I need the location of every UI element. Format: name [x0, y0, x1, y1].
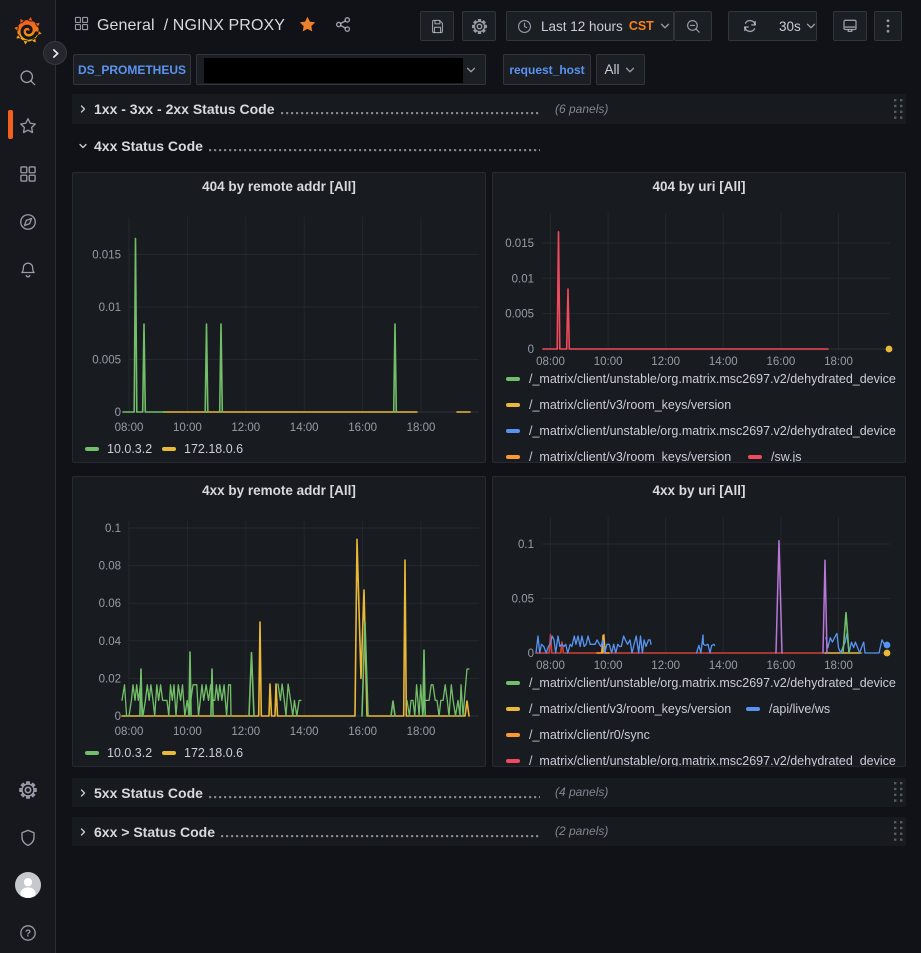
svg-text:/api/live/ws: /api/live/ws	[769, 702, 830, 716]
svg-text:08:00: 08:00	[536, 660, 565, 672]
svg-text:14:00: 14:00	[290, 726, 319, 738]
svg-text:18:00: 18:00	[824, 660, 853, 672]
svg-text:172.18.0.6: 172.18.0.6	[184, 442, 243, 456]
svg-text:0: 0	[528, 648, 534, 660]
svg-text:/_matrix/client/v3/room_keys/v: /_matrix/client/v3/room_keys/version	[529, 702, 731, 716]
svg-text:/_matrix/client/unstable/org.m: /_matrix/client/unstable/org.matrix.msc2…	[529, 754, 896, 767]
svg-text:14:00: 14:00	[709, 356, 738, 368]
svg-text:16:00: 16:00	[348, 726, 377, 738]
svg-text:0.1: 0.1	[518, 539, 534, 551]
svg-text:12:00: 12:00	[651, 660, 680, 672]
svg-text:/_matrix/client/v3/room_keys/v: /_matrix/client/v3/room_keys/version	[529, 398, 731, 412]
svg-text:14:00: 14:00	[709, 660, 738, 672]
svg-text:16:00: 16:00	[767, 356, 796, 368]
svg-text:12:00: 12:00	[231, 422, 260, 434]
svg-text:/_matrix/client/unstable/org.m: /_matrix/client/unstable/org.matrix.msc2…	[529, 424, 896, 438]
svg-text:0.005: 0.005	[92, 355, 121, 367]
svg-text:0.015: 0.015	[505, 238, 534, 250]
svg-text:12:00: 12:00	[651, 356, 680, 368]
svg-text:18:00: 18:00	[824, 356, 853, 368]
svg-text:10.0.3.2: 10.0.3.2	[107, 746, 152, 760]
svg-text:0.06: 0.06	[99, 598, 121, 610]
svg-text:0.02: 0.02	[99, 673, 121, 685]
svg-text:12:00: 12:00	[231, 726, 260, 738]
svg-text:16:00: 16:00	[348, 422, 377, 434]
svg-text:/_matrix/client/v3/room_keys/v: /_matrix/client/v3/room_keys/version	[529, 450, 731, 463]
svg-text:172.18.0.6: 172.18.0.6	[184, 746, 243, 760]
svg-text:08:00: 08:00	[115, 726, 144, 738]
svg-text:0.04: 0.04	[99, 636, 122, 648]
svg-text:18:00: 18:00	[407, 422, 436, 434]
svg-text:08:00: 08:00	[115, 422, 144, 434]
svg-text:0: 0	[115, 407, 121, 419]
svg-text:10:00: 10:00	[173, 422, 202, 434]
svg-text:16:00: 16:00	[767, 660, 796, 672]
svg-text:0.01: 0.01	[512, 273, 534, 285]
svg-text:10:00: 10:00	[594, 356, 623, 368]
svg-text:08:00: 08:00	[536, 356, 565, 368]
svg-text:0.01: 0.01	[99, 302, 121, 314]
svg-text:?: ?	[25, 929, 31, 940]
svg-text:/sw.js: /sw.js	[771, 450, 802, 463]
svg-text:0.005: 0.005	[505, 309, 534, 321]
svg-text:10:00: 10:00	[594, 660, 623, 672]
svg-text:18:00: 18:00	[407, 726, 436, 738]
svg-text:0.1: 0.1	[105, 523, 121, 535]
svg-text:0: 0	[528, 344, 534, 356]
svg-text:10:00: 10:00	[173, 726, 202, 738]
svg-text:/_matrix/client/unstable/org.m: /_matrix/client/unstable/org.matrix.msc2…	[529, 676, 896, 690]
svg-text:0.08: 0.08	[99, 561, 121, 573]
svg-text:/_matrix/client/unstable/org.m: /_matrix/client/unstable/org.matrix.msc2…	[529, 372, 896, 386]
svg-text:14:00: 14:00	[290, 422, 319, 434]
svg-text:0.05: 0.05	[512, 594, 534, 606]
svg-text:/_matrix/client/r0/sync: /_matrix/client/r0/sync	[529, 728, 650, 742]
svg-text:10.0.3.2: 10.0.3.2	[107, 442, 152, 456]
svg-text:0.015: 0.015	[92, 250, 121, 262]
svg-text:0: 0	[115, 711, 121, 723]
